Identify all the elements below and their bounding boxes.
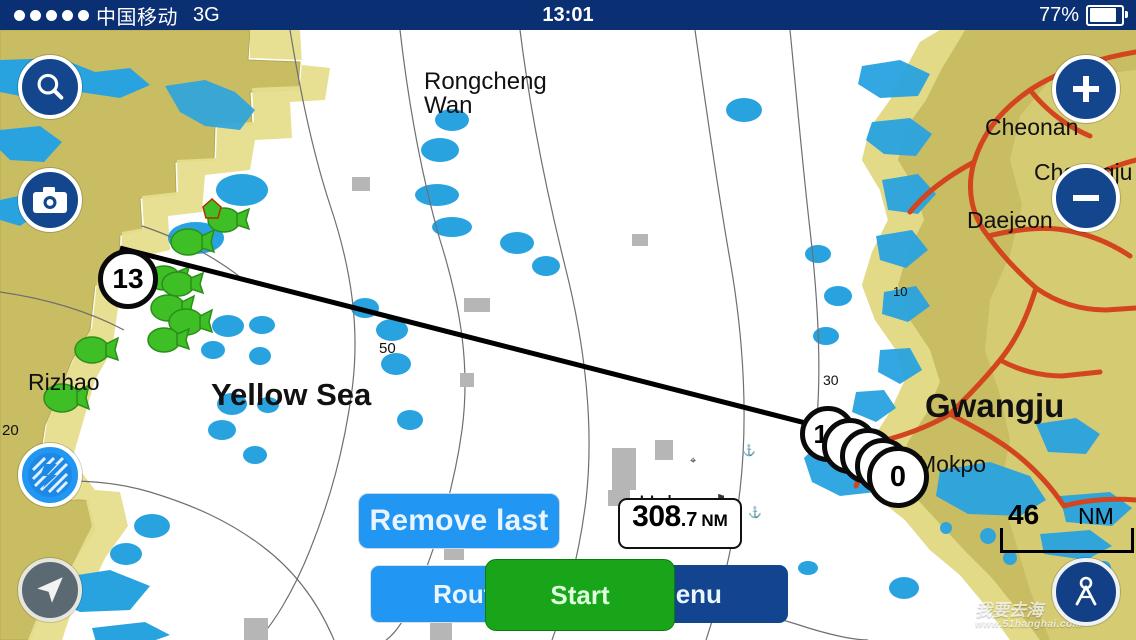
battery-icon — [1086, 4, 1128, 26]
remove-last-button[interactable]: Remove last — [358, 493, 560, 549]
camera-button[interactable] — [18, 168, 82, 232]
search-icon — [37, 73, 64, 100]
chart-layers-button[interactable] — [18, 443, 82, 507]
map-label: Gwangju — [925, 387, 1065, 424]
route-distance-box: 308 .7 NM — [618, 498, 742, 549]
distance-unit: NM — [701, 511, 728, 530]
map-label: Cheonan — [985, 114, 1079, 140]
plus-icon — [1073, 76, 1099, 102]
status-bar: 中国移动 3G 13:01 77% — [0, 0, 1136, 30]
chart-layers-icon — [28, 453, 72, 497]
map-label: 20 — [2, 422, 19, 439]
app-root: 中国移动 3G 13:01 77% ⚓ ⚓ ⌖ Rongcheng Wan Ch… — [0, 0, 1136, 640]
waypoint-marker[interactable]: 0 — [867, 446, 929, 508]
minus-icon — [1073, 195, 1099, 201]
map-label: 50 — [379, 340, 396, 357]
map-label: Daejeon — [967, 207, 1053, 233]
compass-divider-icon — [1075, 576, 1097, 606]
svg-text:⚓: ⚓ — [748, 506, 762, 519]
zoom-in-button[interactable] — [1052, 55, 1120, 123]
map-label: Rizhao — [28, 369, 100, 395]
scale-unit: NM — [1078, 503, 1114, 529]
status-bar-right: 77% — [1038, 3, 1128, 27]
map-label: 10 — [893, 284, 908, 299]
locate-arrow-icon — [37, 577, 63, 603]
svg-text:⌖: ⌖ — [690, 455, 696, 467]
map-label: Wan — [424, 92, 473, 119]
distance-fraction: .7 — [680, 509, 698, 531]
scale-value: 46 — [1008, 499, 1040, 530]
zoom-out-button[interactable] — [1052, 164, 1120, 232]
map-canvas: ⚓⚑ ⚓⌖ — [0, 30, 1136, 640]
map-label: Yellow Sea — [211, 377, 372, 412]
distance-whole: 308 — [632, 500, 681, 533]
start-button[interactable]: Start — [485, 559, 675, 631]
scale-bar — [1000, 528, 1134, 553]
battery-percent: 77% — [1038, 3, 1079, 26]
svg-text:⚓: ⚓ — [742, 444, 756, 457]
map-label: 30 — [823, 372, 839, 388]
nautical-chart-map[interactable]: ⚓⚑ ⚓⌖ RongchengWanCheonanCheongjuDaejeon… — [0, 30, 1136, 640]
waypoint-marker[interactable]: 13 — [98, 249, 158, 309]
search-button[interactable] — [18, 55, 82, 119]
status-bar-clock: 13:01 — [542, 3, 594, 26]
divider-tool-button[interactable] — [1052, 558, 1120, 626]
locate-button[interactable] — [18, 558, 82, 622]
bottom-nav-bar: Route Menu Start — [370, 559, 788, 631]
camera-icon — [33, 187, 67, 213]
